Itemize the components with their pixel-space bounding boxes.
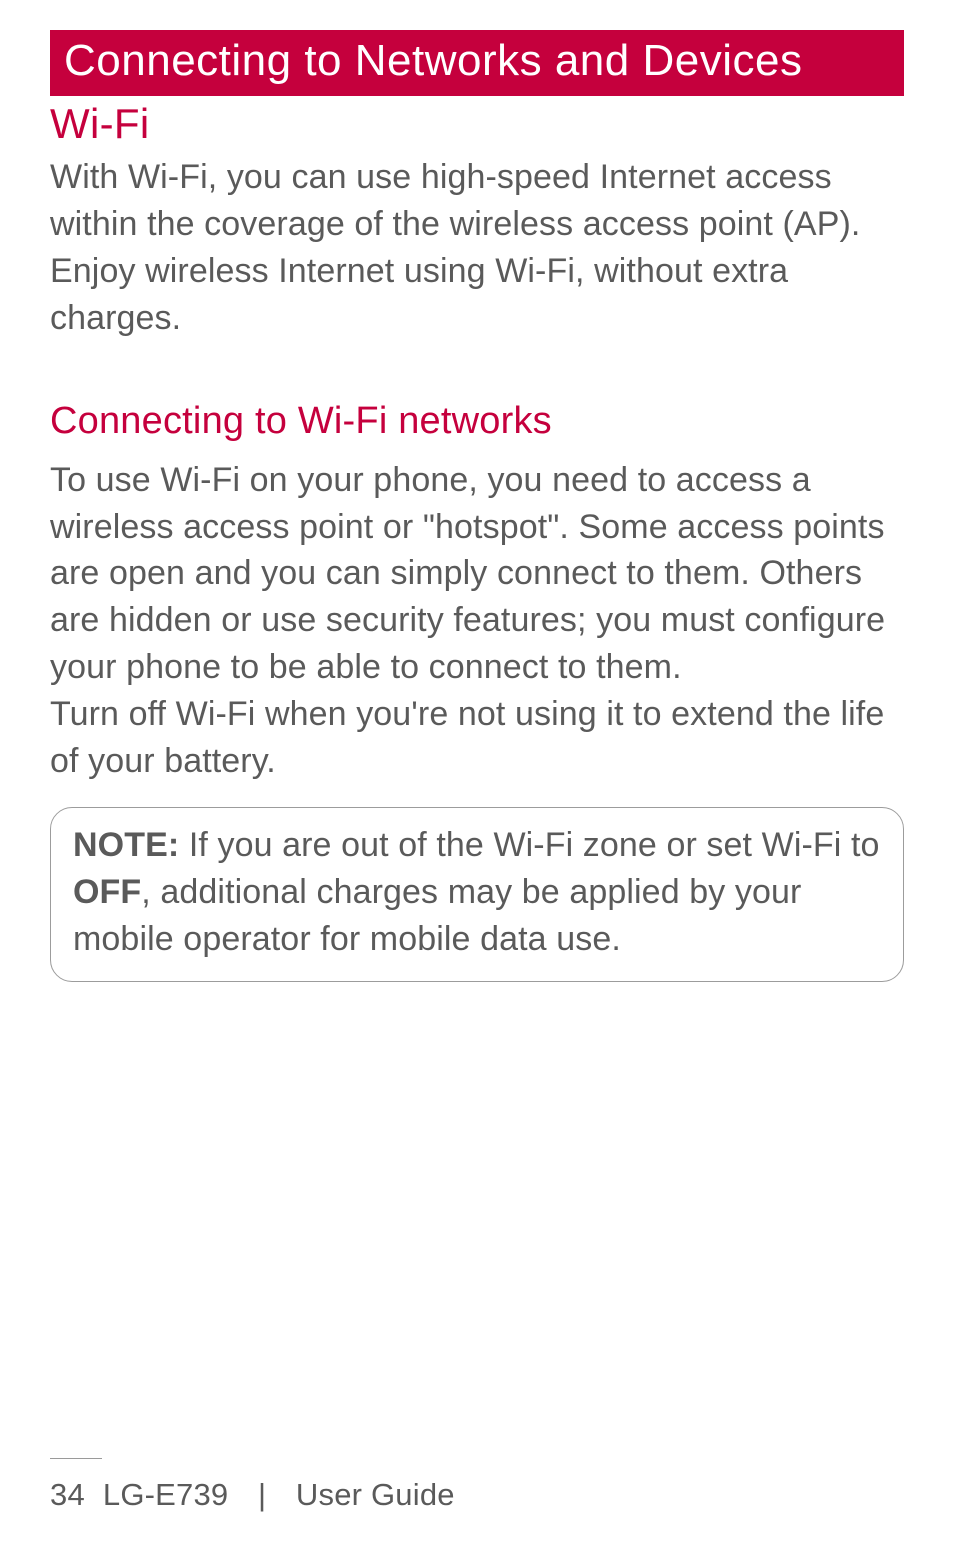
page-footer: 34 LG-E739 | User Guide xyxy=(0,1458,954,1513)
note-off-word: OFF xyxy=(73,873,141,911)
note-text-after-off: , additional charges may be applied by y… xyxy=(73,873,801,958)
section-heading-wifi: Wi-Fi xyxy=(50,100,904,148)
note-box: NOTE: If you are out of the Wi-Fi zone o… xyxy=(50,807,904,982)
footer-model: LG-E739 xyxy=(103,1477,228,1512)
note-text-before-off: If you are out of the Wi-Fi zone or set … xyxy=(179,826,879,864)
page-number: 34 xyxy=(50,1477,85,1512)
footer-separator: | xyxy=(258,1477,266,1512)
footer-text: 34 LG-E739 | User Guide xyxy=(50,1477,954,1513)
subsection-heading-connect: Connecting to Wi-Fi networks xyxy=(50,400,904,443)
subsection-body-2: Turn off Wi-Fi when you're not using it … xyxy=(50,691,904,785)
subsection-body-1: To use Wi-Fi on your phone, you need to … xyxy=(50,457,904,692)
footer-rule xyxy=(50,1458,102,1459)
section-body-wifi: With Wi-Fi, you can use high-speed Inter… xyxy=(50,154,904,342)
note-label: NOTE: xyxy=(73,826,179,864)
chapter-title-banner: Connecting to Networks and Devices xyxy=(50,30,904,96)
footer-doc-title: User Guide xyxy=(296,1477,455,1512)
